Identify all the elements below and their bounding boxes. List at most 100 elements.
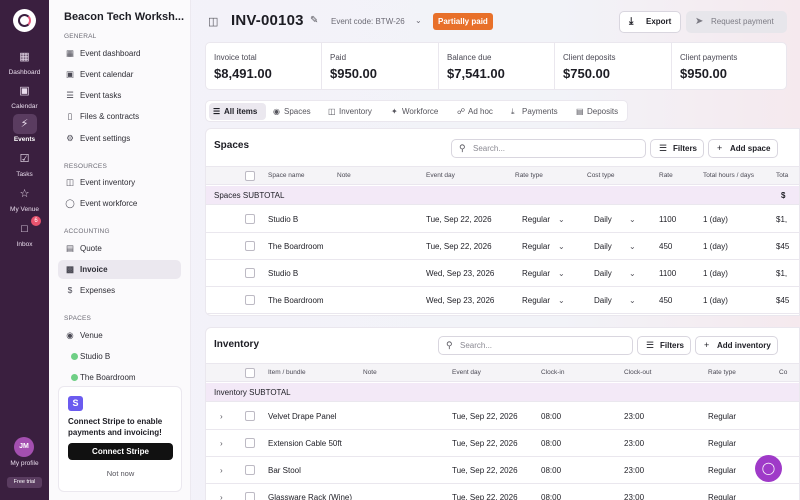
- tab-payments[interactable]: ⤓ Payments: [507, 103, 567, 120]
- row-checkbox[interactable]: [245, 492, 255, 500]
- sidebar-item-files-contracts[interactable]: ▯ Files & contracts: [58, 107, 181, 126]
- chevron-down-icon[interactable]: ⌄: [629, 260, 636, 287]
- avatar[interactable]: JM: [14, 437, 34, 457]
- tab-ad-hoc[interactable]: ☍ Ad hoc: [453, 103, 498, 120]
- sidebar-item-venue[interactable]: ◉ Venue: [58, 326, 181, 345]
- cost-type-select[interactable]: Daily: [594, 260, 612, 287]
- people-icon: ◯: [65, 198, 75, 208]
- expand-chevron-icon[interactable]: ›: [220, 484, 223, 500]
- rate-type-select[interactable]: Regular: [522, 287, 550, 314]
- free-trial-badge[interactable]: Free trial: [7, 477, 42, 488]
- add-inventory-button[interactable]: + Add inventory: [695, 336, 778, 355]
- inventory-search-input[interactable]: ⚲ Search...: [438, 336, 633, 355]
- export-button[interactable]: ⤓ Export: [619, 11, 681, 33]
- cost-type-select[interactable]: Daily: [594, 287, 612, 314]
- table-row[interactable]: › Velvet Drape Panel Tue, Sep 22, 2026 0…: [206, 403, 799, 430]
- app-logo[interactable]: [13, 9, 36, 32]
- sidebar-item-studio-b[interactable]: Studio B: [58, 347, 181, 366]
- chevron-down-icon[interactable]: ⌄: [558, 260, 565, 287]
- table-row[interactable]: Studio B Tue, Sep 22, 2026 Regular ⌄ Dai…: [206, 206, 799, 233]
- row-checkbox[interactable]: [245, 465, 255, 475]
- connect-stripe-button[interactable]: Connect Stripe: [68, 443, 173, 460]
- profile-label[interactable]: My profile: [0, 460, 49, 467]
- rail-item-calendar[interactable]: ▣ Calendar: [0, 81, 49, 110]
- sidebar-item-event-workforce[interactable]: ◯ Event workforce: [58, 194, 181, 213]
- sidebar-item-quote[interactable]: ▤ Quote: [58, 239, 181, 258]
- sidebar-item-event-calendar[interactable]: ▣ Event calendar: [58, 65, 181, 84]
- rail-item-tasks[interactable]: ☑ Tasks: [0, 149, 49, 178]
- sidebar-item-invoice[interactable]: ▩ Invoice: [58, 260, 181, 279]
- chevron-down-icon[interactable]: ⌄: [415, 16, 422, 25]
- row-checkbox[interactable]: [245, 241, 255, 251]
- chevron-down-icon[interactable]: ⌄: [558, 206, 565, 233]
- table-row[interactable]: Studio B Wed, Sep 23, 2026 Regular ⌄ Dai…: [206, 260, 799, 287]
- spaces-filters-button[interactable]: ☰ Filters: [650, 139, 704, 158]
- row-checkbox[interactable]: [245, 411, 255, 421]
- expand-chevron-icon[interactable]: ›: [220, 457, 223, 484]
- chat-support-button[interactable]: ◯: [755, 455, 782, 482]
- chat-bubble-icon: ◯: [761, 461, 776, 475]
- workspace-title[interactable]: Beacon Tech Worksh...: [64, 11, 188, 23]
- cost-type-select[interactable]: Daily: [594, 206, 612, 233]
- rate-type-select[interactable]: Regular: [522, 260, 550, 287]
- rate-type-select[interactable]: Regular: [522, 233, 550, 260]
- event-code-selector[interactable]: Event code: BTW-26: [331, 17, 405, 26]
- rail-item-events[interactable]: ⚡︎ Events: [0, 114, 49, 143]
- rail-item-my-venue[interactable]: ☆ My Venue: [0, 184, 49, 213]
- invoice-summary: Invoice total $8,491.00 Paid $950.00 Bal…: [205, 42, 787, 90]
- select-all-checkbox[interactable]: [245, 171, 255, 181]
- request-payment-button[interactable]: ➤ Request payment: [686, 11, 787, 33]
- not-now-button[interactable]: Not now: [68, 469, 173, 478]
- sidebar-item-event-dashboard[interactable]: ▦ Event dashboard: [58, 44, 181, 63]
- expand-chevron-icon[interactable]: ›: [220, 430, 223, 457]
- sidebar-item-event-inventory[interactable]: ◫ Event inventory: [58, 173, 181, 192]
- connect-stripe-card: S Connect Stripe to enable payments and …: [58, 386, 182, 492]
- select-all-checkbox[interactable]: [245, 368, 255, 378]
- table-row[interactable]: › Bar Stool Tue, Sep 22, 2026 08:00 23:0…: [206, 457, 799, 484]
- space-color-dot: [71, 374, 78, 381]
- bank-icon: ▤: [576, 107, 584, 116]
- table-row[interactable]: › Glassware Rack (Wine) Tue, Sep 22, 202…: [206, 484, 799, 500]
- inventory-filters-button[interactable]: ☰ Filters: [637, 336, 691, 355]
- sidebar-item-expenses[interactable]: $ Expenses: [58, 281, 181, 300]
- search-icon: ⚲: [446, 340, 453, 350]
- sidebar-toggle-icon[interactable]: ◫: [208, 15, 218, 28]
- tasks-icon: ☰: [66, 90, 74, 100]
- chevron-down-icon[interactable]: ⌄: [558, 287, 565, 314]
- rail-item-dashboard[interactable]: ▦ Dashboard: [0, 47, 49, 76]
- spaces-search-input[interactable]: ⚲ Search...: [451, 139, 646, 158]
- status-badge: Partially paid: [433, 13, 493, 30]
- edit-pencil-icon[interactable]: ✎: [310, 15, 318, 26]
- table-row[interactable]: The Boardroom Tue, Sep 22, 2026 Regular …: [206, 233, 799, 260]
- sidebar-item-event-tasks[interactable]: ☰ Event tasks: [58, 86, 181, 105]
- add-space-button[interactable]: + Add space: [708, 139, 778, 158]
- download-icon: ⤓: [629, 16, 634, 27]
- tab-workforce[interactable]: ✦ Workforce: [387, 103, 447, 120]
- cost-type-select[interactable]: Daily: [594, 233, 612, 260]
- chevron-down-icon[interactable]: ⌄: [629, 233, 636, 260]
- row-checkbox[interactable]: [245, 438, 255, 448]
- rail-item-inbox[interactable]: □ 6 Inbox: [0, 216, 49, 248]
- rate-type-select[interactable]: Regular: [522, 206, 550, 233]
- table-row[interactable]: › Extension Cable 50ft Tue, Sep 22, 2026…: [206, 430, 799, 457]
- chevron-down-icon[interactable]: ⌄: [629, 206, 636, 233]
- row-checkbox[interactable]: [245, 268, 255, 278]
- chevron-down-icon[interactable]: ⌄: [629, 287, 636, 314]
- tab-all-items[interactable]: ☰ All items: [209, 103, 266, 120]
- sidebar-item-event-settings[interactable]: ⚙︎ Event settings: [58, 129, 181, 148]
- tab-deposits[interactable]: ▤ Deposits: [572, 103, 624, 120]
- expand-chevron-icon[interactable]: ›: [220, 403, 223, 430]
- row-checkbox[interactable]: [245, 214, 255, 224]
- calendar-icon: ▣: [19, 85, 30, 97]
- filter-icon: ☰: [646, 340, 655, 350]
- box-icon: ◫: [65, 177, 75, 187]
- sidebar-item-the-boardroom[interactable]: The Boardroom: [58, 368, 181, 387]
- table-row[interactable]: The Boardroom Wed, Sep 23, 2026 Regular …: [206, 287, 799, 314]
- summary-invoice-total: Invoice total $8,491.00: [206, 43, 322, 89]
- tab-inventory[interactable]: ◫ Inventory: [324, 103, 380, 120]
- chevron-down-icon[interactable]: ⌄: [558, 233, 565, 260]
- tab-spaces[interactable]: ◉ Spaces: [269, 103, 317, 120]
- row-checkbox[interactable]: [245, 295, 255, 305]
- space-color-dot: [71, 353, 78, 360]
- inventory-subtotal-row: Inventory SUBTOTAL: [206, 383, 799, 402]
